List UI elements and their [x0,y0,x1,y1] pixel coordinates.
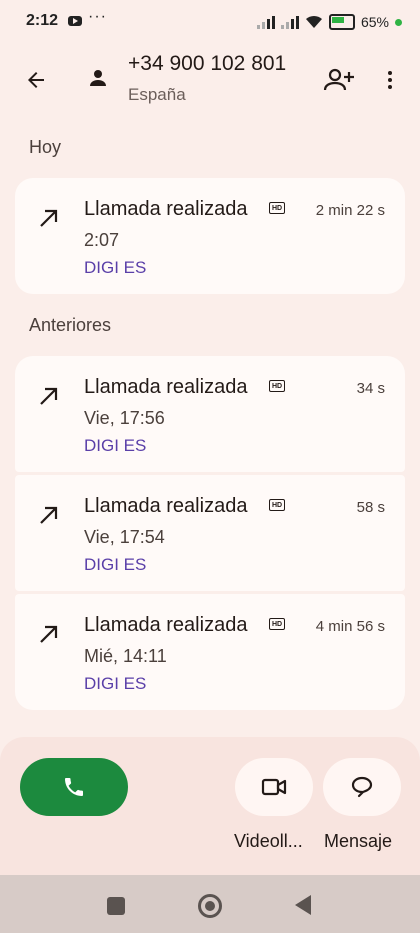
call-log-item[interactable]: Llamada realizada HD 58 s Vie, 17:54 DIG… [15,475,405,591]
call-log-item[interactable]: Llamada realizada HD 2 min 22 s 2:07 DIG… [15,178,405,294]
call-time: Vie, 17:54 [84,527,165,547]
outgoing-call-icon [40,506,58,524]
hd-icon: HD [269,202,285,214]
back-button[interactable] [20,64,52,96]
call-carrier: DIGI ES [84,436,147,455]
chat-bubble-icon [351,776,373,798]
add-contact-button[interactable] [322,64,356,96]
call-log-item[interactable]: Llamada realizada HD 34 s Vie, 17:56 DIG… [15,356,405,472]
person-icon [90,70,106,86]
call-duration: 4 min 56 s [315,618,385,635]
back-nav-button[interactable] [295,895,311,915]
signal-icon [256,15,275,29]
videocam-icon [261,778,287,796]
message-label[interactable]: Mensaje [324,831,392,852]
message-button[interactable] [323,758,401,816]
call-type: Llamada realizada [84,376,248,398]
system-nav-bar [0,875,420,933]
call-time: 2:07 [84,230,120,250]
call-carrier: DIGI ES [84,555,147,574]
call-duration: 58 s [356,499,385,516]
video-call-label[interactable]: Videoll... [234,831,303,852]
country-label: España [128,85,186,104]
hd-icon: HD [269,499,285,511]
battery-icon [328,14,355,30]
person-add-icon [323,68,354,91]
call-button[interactable] [20,758,128,816]
phone-number: +34 900 102 801 [128,52,287,75]
contact-header: +34 900 102 801 España [0,44,420,124]
wifi-icon [305,15,322,28]
phone-icon [65,778,83,796]
privacy-dot-icon [395,18,402,26]
call-carrier: DIGI ES [84,258,147,277]
call-duration: 34 s [356,380,385,397]
battery-percent: 65% [360,14,389,30]
more-notifications-indicator: ··· [88,8,107,25]
call-duration: 2 min 22 s [315,202,385,219]
section-title-today: Hoy [29,137,62,157]
call-log-item[interactable]: Llamada realizada HD 4 min 56 s Mié, 14:… [15,594,405,710]
hd-icon: HD [269,380,285,392]
section-title-earlier: Anteriores [29,315,112,335]
more-options-button[interactable] [378,64,402,96]
outgoing-call-icon [40,209,58,227]
arrow-left-icon [28,72,44,88]
outgoing-call-icon [40,387,58,405]
status-time: 2:12 [26,12,59,29]
call-carrier: DIGI ES [84,674,147,693]
signal-2-icon [280,15,299,29]
home-nav-button[interactable] [198,894,222,918]
more-vert-icon [388,71,392,75]
youtube-notification-icon [68,16,82,26]
call-type: Llamada realizada [84,495,248,517]
call-type: Llamada realizada [84,198,248,220]
outgoing-call-icon [40,625,58,643]
status-bar: 2:12 ··· 65% [0,0,420,44]
video-call-button[interactable] [235,758,313,816]
hd-icon: HD [269,618,285,630]
recents-nav-button[interactable] [107,897,125,915]
call-time: Mié, 14:11 [84,646,167,666]
call-type: Llamada realizada [84,614,248,636]
call-time: Vie, 17:56 [84,408,165,428]
